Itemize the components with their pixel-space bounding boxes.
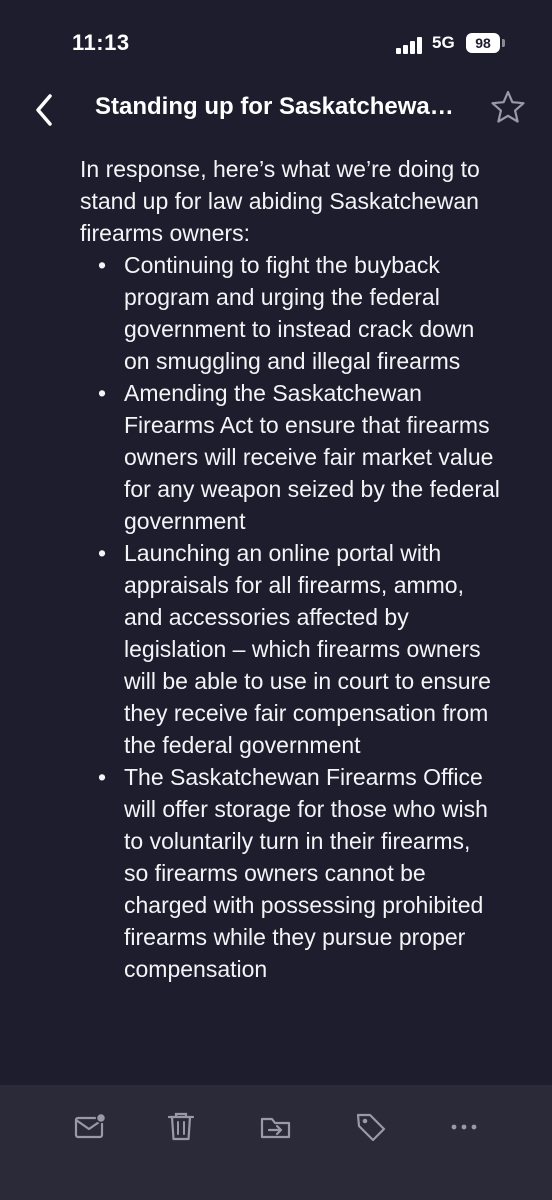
battery-tip: [502, 39, 505, 47]
chevron-left-icon[interactable]: [30, 90, 60, 130]
trash-icon[interactable]: [161, 1107, 201, 1147]
message-body: In response, here’s what we’re doing to …: [80, 150, 500, 1085]
battery-icon: 98: [466, 33, 500, 53]
clock: 11:13: [72, 30, 130, 55]
mark-unread-icon[interactable]: [70, 1107, 110, 1147]
list-item: Continuing to fight the buyback program …: [98, 249, 500, 377]
signal-strength-icon: [396, 36, 426, 54]
bottom-toolbar: [0, 1085, 552, 1200]
move-to-folder-icon[interactable]: [256, 1107, 296, 1147]
tag-icon[interactable]: [351, 1107, 391, 1147]
message-subject: Standing up for Saskatchewan firearms ow…: [95, 93, 465, 120]
list-item: Launching an online portal with appraisa…: [98, 537, 500, 761]
bullet-list: Continuing to fight the buyback program …: [80, 249, 500, 985]
status-bar: 11:13 5G 98: [0, 0, 552, 90]
network-type: 5G: [432, 33, 455, 52]
navigation-bar: Standing up for Saskatchewan firearms ow…: [0, 80, 552, 140]
more-icon[interactable]: [444, 1107, 484, 1147]
star-icon[interactable]: [488, 88, 528, 128]
list-item: The Saskatchewan Firearms Office will of…: [98, 761, 500, 985]
intro-paragraph: In response, here’s what we’re doing to …: [80, 156, 480, 246]
list-item: Amending the Saskatchewan Firearms Act t…: [98, 377, 500, 537]
